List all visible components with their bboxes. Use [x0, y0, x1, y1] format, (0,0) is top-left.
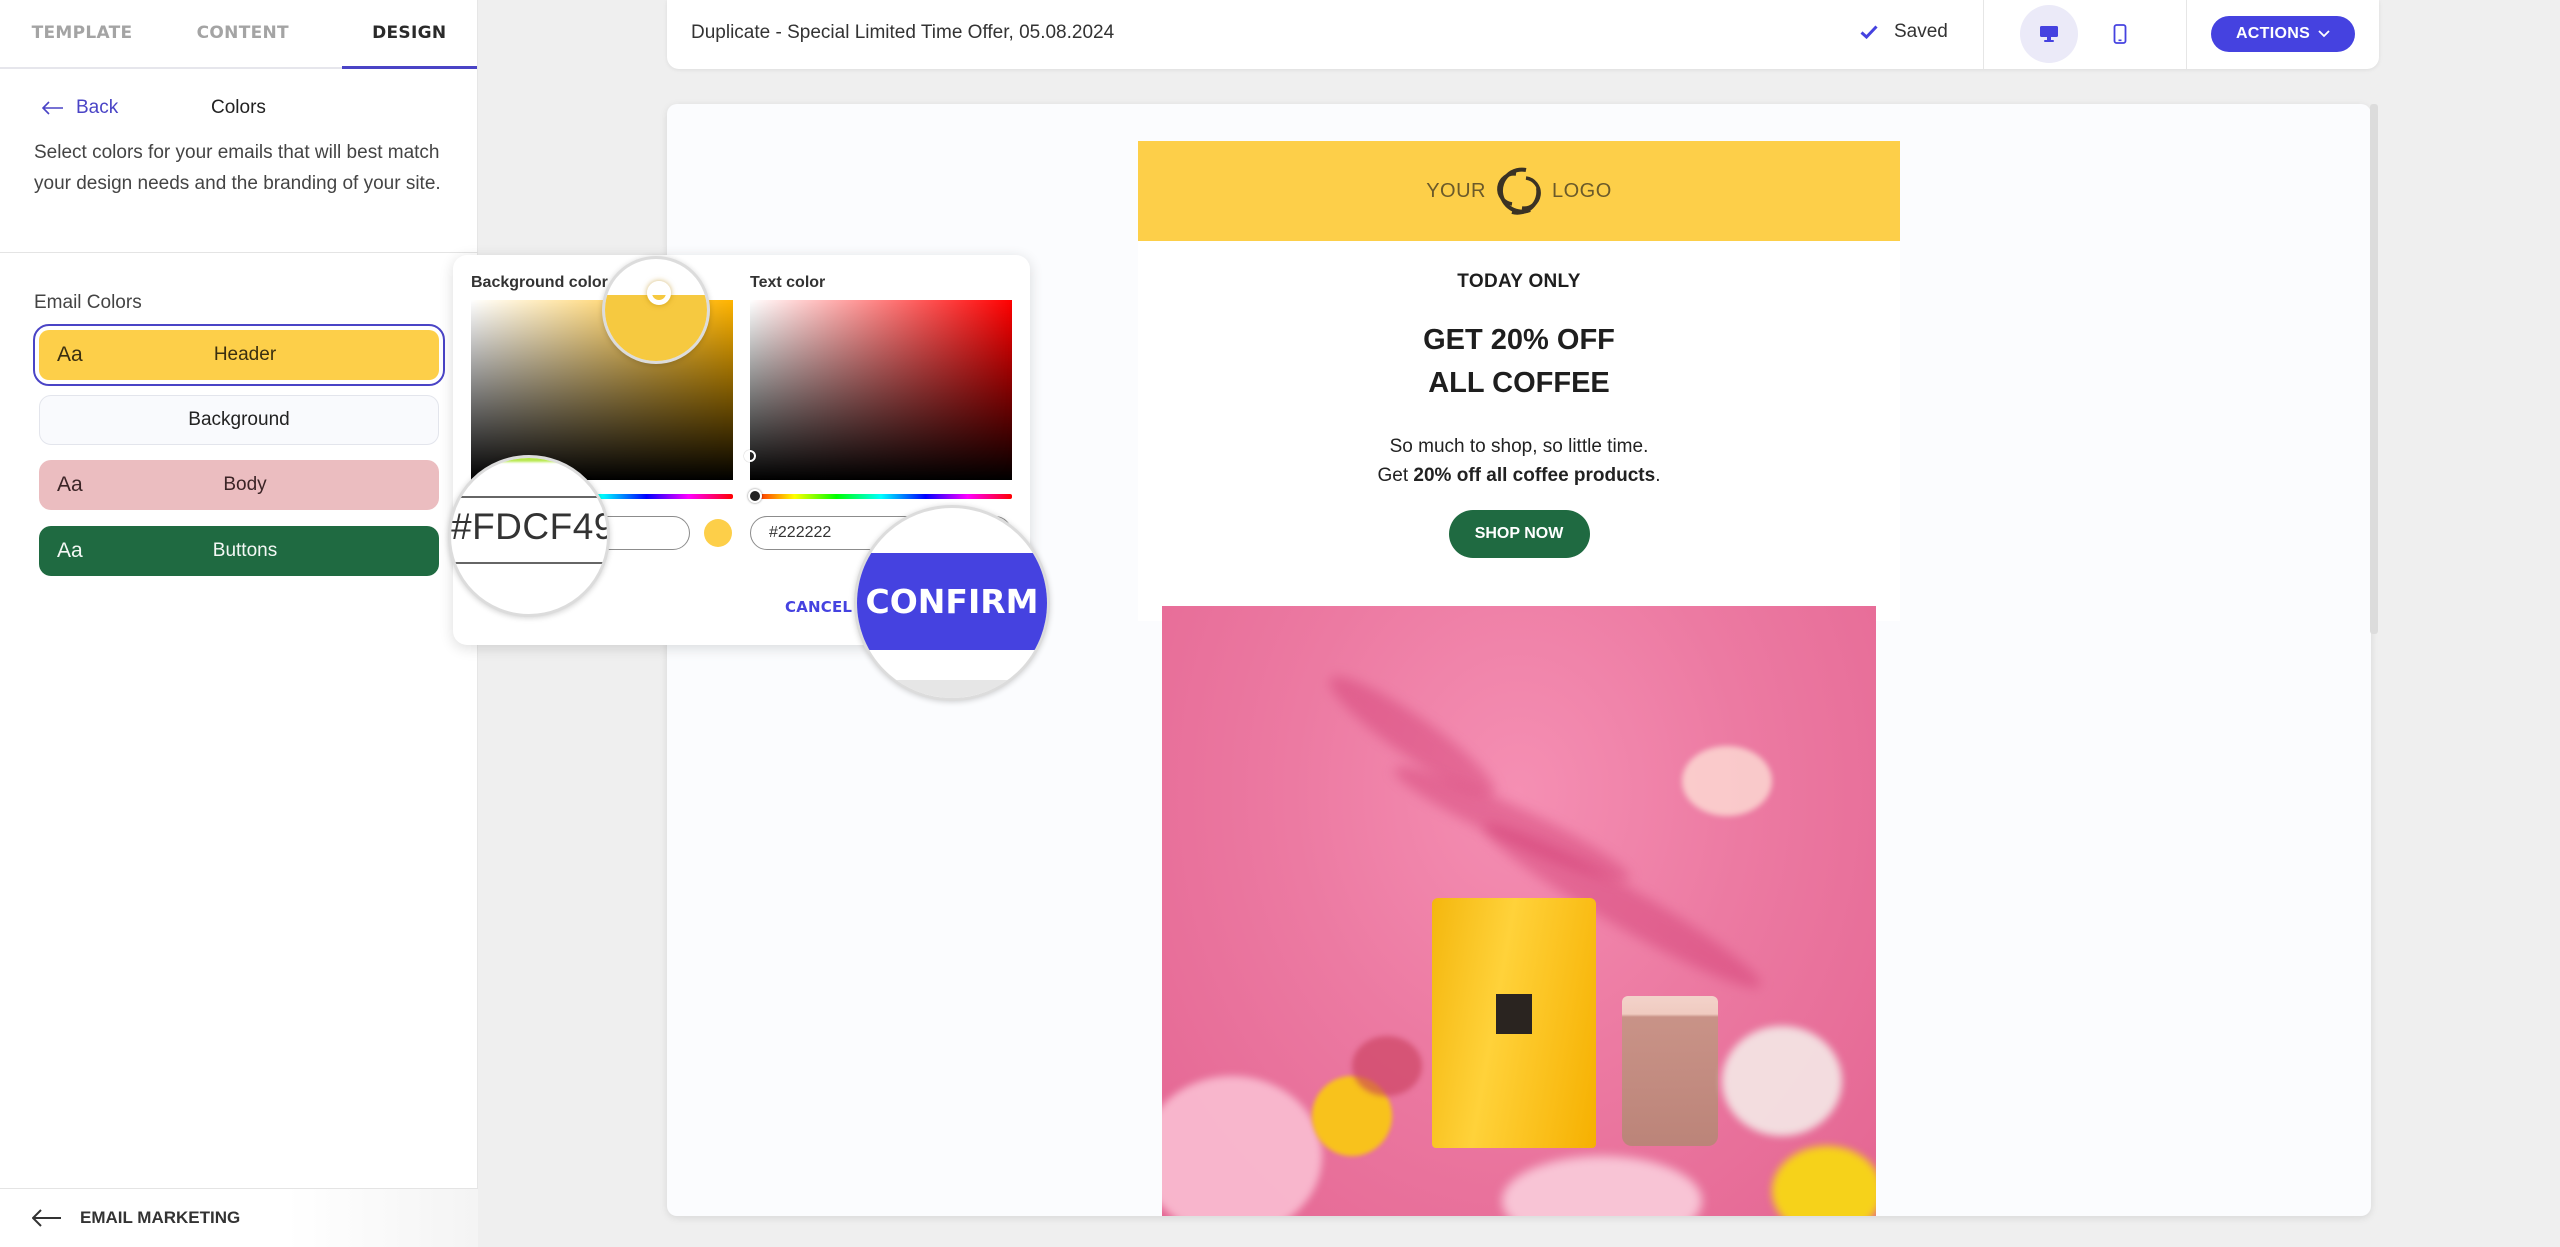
body-line-2: Get 20% off all coffee products. [1138, 461, 1900, 490]
magnifier-confirm: CONFIRM [854, 505, 1050, 701]
tab-content[interactable]: CONTENT [164, 0, 321, 67]
image-flower [1682, 746, 1772, 816]
divider [2186, 0, 2187, 69]
hero-image[interactable] [1162, 606, 1876, 1216]
desktop-view-button[interactable] [2020, 5, 2078, 63]
magnified-thumb [647, 281, 671, 305]
logo-icon [1497, 167, 1541, 215]
shop-now-button[interactable]: SHOP NOW [1448, 510, 1590, 558]
colors-panel-header: Back Colors [0, 88, 477, 128]
image-flower [1352, 1036, 1422, 1096]
panel-description: Select colors for your emails that will … [34, 142, 441, 194]
arrow-left-icon [42, 101, 63, 115]
mobile-icon [2113, 24, 2127, 44]
image-coffee-bag [1432, 898, 1596, 1148]
text-sample: Aa [57, 539, 83, 562]
save-status: Saved [1860, 21, 1948, 43]
background-color-label: Background color [471, 274, 608, 291]
canvas-scrollbar[interactable] [2370, 104, 2378, 634]
color-item-label: Body [223, 474, 267, 495]
body-line-2-suffix: . [1655, 465, 1661, 486]
headline-line-1: GET 20% OFF [1423, 324, 1615, 356]
cancel-button[interactable]: CANCEL [785, 598, 852, 616]
text-color-thumb[interactable] [744, 450, 756, 462]
save-status-label: Saved [1894, 21, 1948, 42]
editor-tabs: TEMPLATE CONTENT DESIGN [0, 0, 477, 69]
design-sidebar: TEMPLATE CONTENT DESIGN Back Colors Sele… [0, 0, 478, 1247]
email-colors-label: Email Colors [34, 292, 142, 313]
eyebrow-text: TODAY ONLY [1457, 271, 1581, 292]
text-hue-thumb[interactable] [748, 489, 762, 503]
image-flower [1162, 1076, 1322, 1216]
checkmark-icon [1860, 25, 1878, 39]
body-line-1: So much to shop, so little time. [1389, 436, 1649, 457]
footer-label: EMAIL MARKETING [80, 1208, 241, 1227]
document-title[interactable]: Duplicate - Special Limited Time Offer, … [691, 22, 1114, 44]
magnifier-color-thumb [602, 256, 710, 364]
magnifier-hex-value: #FDCF49 [448, 455, 610, 617]
mobile-view-button[interactable] [2091, 5, 2149, 63]
headline: GET 20% OFF ALL COFFEE [1138, 319, 1900, 405]
image-flower [1502, 1156, 1702, 1216]
magnified-input-border [451, 562, 607, 564]
text-sample: Aa [57, 343, 83, 366]
image-flower [1722, 1026, 1842, 1136]
back-button[interactable]: Back [42, 97, 118, 119]
email-marketing-back-link[interactable]: EMAIL MARKETING [0, 1188, 478, 1247]
actions-button[interactable]: ACTIONS [2211, 16, 2355, 52]
text-color-label: Text color [750, 274, 826, 291]
tab-template[interactable]: TEMPLATE [0, 0, 164, 67]
email-header[interactable]: YOUR LOGO [1138, 141, 1900, 241]
confirm-button[interactable]: CONFIRM [857, 553, 1047, 650]
logo-text-left: YOUR [1426, 179, 1486, 202]
color-item-header[interactable]: Aa Header [33, 324, 445, 386]
text-hue-slider[interactable] [748, 489, 1012, 503]
color-item-buttons[interactable]: Aa Buttons [39, 526, 439, 576]
color-item-label: Background [188, 409, 290, 430]
magnified-hex-text: #FDCF49 [451, 506, 610, 547]
actions-label: ACTIONS [2235, 25, 2311, 42]
color-item-body[interactable]: Aa Body [39, 460, 439, 510]
back-label: Back [76, 97, 119, 118]
desktop-icon [2040, 26, 2058, 42]
body-line-2-bold: 20% off all coffee products [1413, 465, 1656, 486]
email-body-section[interactable]: TODAY ONLY GET 20% OFF ALL COFFEE So muc… [1138, 241, 1900, 621]
color-item-background[interactable]: Background [39, 395, 439, 445]
image-latte-cup [1622, 996, 1718, 1146]
divider [0, 252, 478, 253]
magnified-color-area [605, 295, 707, 361]
image-bag-label [1496, 994, 1532, 1034]
divider [1983, 0, 1984, 69]
magnified-input-border [451, 496, 607, 498]
text-saturation-area[interactable] [744, 300, 1012, 480]
panel-title: Colors [211, 97, 266, 118]
arrow-left-icon [32, 1209, 61, 1227]
headline-line-2: ALL COFFEE [1428, 367, 1610, 399]
body-paragraph: So much to shop, so little time. Get 20%… [1138, 432, 1900, 490]
image-flower [1772, 1146, 1876, 1216]
text-sample: Aa [57, 473, 83, 496]
magnified-backdrop [857, 680, 1047, 698]
logo-text-right: LOGO [1552, 179, 1612, 202]
editor-topbar: Duplicate - Special Limited Time Offer, … [667, 0, 2379, 69]
email-template: YOUR LOGO TODAY ONLY GET 20% OFF ALL COF… [1138, 141, 1900, 621]
color-item-label: Buttons [212, 540, 278, 561]
chevron-down-icon [2318, 30, 2330, 38]
background-color-swatch [704, 519, 732, 547]
tab-design[interactable]: DESIGN [341, 0, 477, 69]
color-item-label: Header [213, 344, 277, 365]
body-line-2-prefix: Get [1377, 465, 1414, 486]
